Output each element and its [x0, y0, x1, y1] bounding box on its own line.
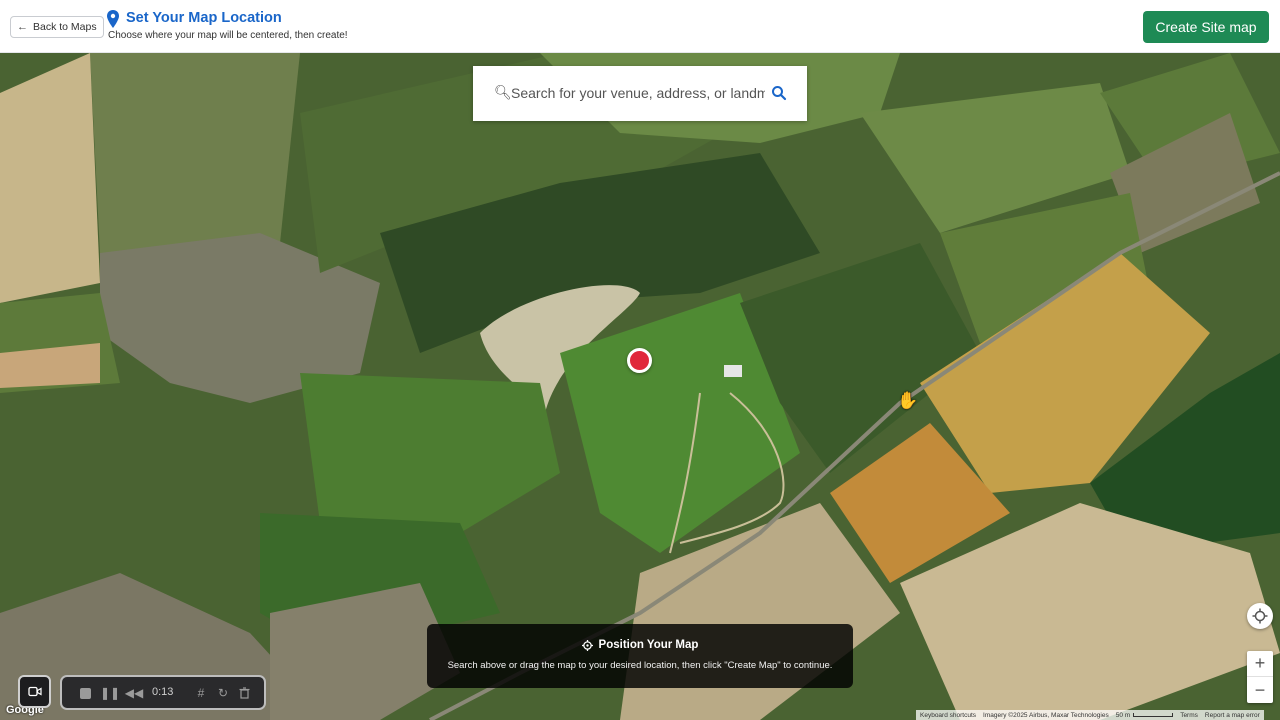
- search-icon: 🔍︎: [494, 84, 512, 100]
- video-camera-icon: [27, 686, 42, 697]
- back-to-maps-button[interactable]: ← Back to Maps: [10, 16, 104, 38]
- map-imagery: [0, 53, 1280, 720]
- info-panel-title: Position Your Map: [427, 639, 853, 651]
- map-center-marker[interactable]: [627, 348, 652, 373]
- search-input[interactable]: [511, 82, 765, 104]
- rewind-icon[interactable]: ◀◀: [125, 686, 143, 700]
- report-error-link[interactable]: Report a map error: [1205, 712, 1260, 719]
- info-title-text: Position Your Map: [598, 639, 699, 651]
- satellite-map[interactable]: [0, 53, 1280, 720]
- my-location-button[interactable]: [1247, 603, 1273, 629]
- app: ← Back to Maps Set Your Map Location Cho…: [0, 0, 1280, 720]
- grid-icon[interactable]: #: [194, 686, 208, 700]
- position-info-panel: Position Your Map Search above or drag t…: [427, 624, 853, 688]
- info-panel-text: Search above or drag the map to your des…: [447, 660, 833, 671]
- map-pin-icon: [107, 10, 119, 28]
- stop-icon[interactable]: [78, 686, 92, 700]
- map-attribution: Keyboard shortcuts Imagery ©2025 Airbus,…: [916, 710, 1264, 720]
- scale-bar: [1133, 712, 1174, 717]
- zoom-control: + −: [1247, 651, 1273, 703]
- keyboard-shortcuts-link[interactable]: Keyboard shortcuts: [920, 712, 976, 719]
- header-bar: ← Back to Maps Set Your Map Location Cho…: [0, 0, 1280, 53]
- hand-cursor-icon: ✋: [897, 391, 919, 410]
- create-site-map-button[interactable]: Create Site map: [1143, 11, 1269, 43]
- refresh-icon[interactable]: ↻: [216, 686, 230, 700]
- search-bar: 🔍︎: [473, 66, 807, 121]
- trash-icon[interactable]: [237, 686, 251, 700]
- terms-link[interactable]: Terms: [1180, 712, 1198, 719]
- zoom-in-button[interactable]: +: [1247, 651, 1273, 677]
- search-submit-icon[interactable]: [771, 85, 787, 101]
- imagery-credit: Imagery ©2025 Airbus, Maxar Technologies: [983, 711, 1109, 719]
- crosshair-icon: [581, 639, 593, 651]
- page-title: Set Your Map Location: [126, 10, 282, 26]
- pause-icon[interactable]: ❚❚: [100, 686, 120, 700]
- recording-time: 0:13: [152, 686, 174, 698]
- recorder-camera-button[interactable]: [18, 675, 51, 708]
- locate-icon: [1252, 608, 1268, 624]
- arrow-left-icon: ←: [17, 21, 28, 33]
- page-subtitle: Choose where your map will be centered, …: [108, 30, 348, 41]
- back-button-label: Back to Maps: [33, 21, 97, 33]
- zoom-out-button[interactable]: −: [1247, 677, 1273, 703]
- recorder-toolbar: ❚❚ ◀◀ 0:13 # ↻: [60, 675, 266, 710]
- scale-label: 50 m: [1116, 712, 1174, 719]
